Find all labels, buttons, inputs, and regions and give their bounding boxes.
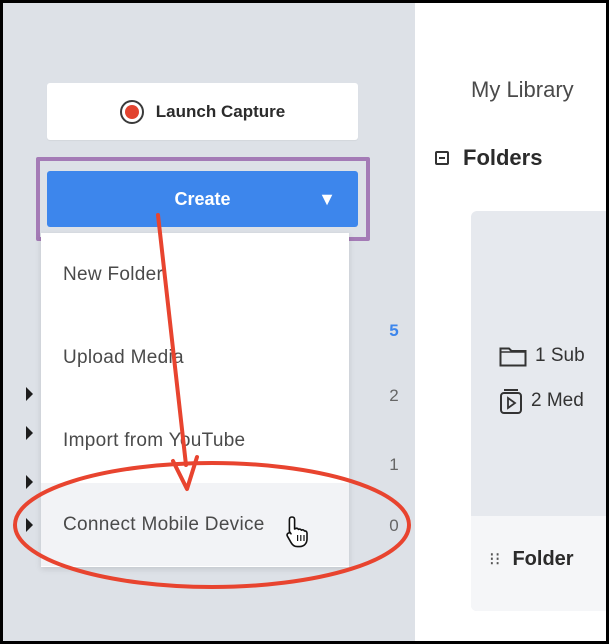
sidebar: Launch Capture Create ▼ 5 2 1 0 New Fold… xyxy=(3,3,415,641)
expand-arrow-icon[interactable] xyxy=(26,426,33,440)
expand-arrow-icon[interactable] xyxy=(26,475,33,489)
menu-item-label: Connect Mobile Device xyxy=(63,513,265,535)
folder-icon xyxy=(499,347,527,367)
folders-title: Folders xyxy=(463,145,543,170)
folder-count: 1 xyxy=(389,455,399,474)
create-button[interactable]: Create ▼ xyxy=(47,171,358,227)
folder-count: 0 xyxy=(389,516,399,535)
menu-item-label: Import from YouTube xyxy=(63,429,246,451)
expand-arrow-icon[interactable] xyxy=(26,387,33,401)
menu-item-new-folder[interactable]: New Folder xyxy=(41,233,349,316)
record-icon xyxy=(119,99,144,124)
menu-item-import-youtube[interactable]: Import from YouTube xyxy=(41,399,349,482)
caret-down-icon: ▼ xyxy=(318,189,336,209)
folder-card[interactable]: 1 Sub 2 Med ⁝⁝ Folder xyxy=(471,211,606,611)
media-icon xyxy=(500,389,522,414)
subfolder-count: 1 Sub xyxy=(535,345,585,366)
folder-name: Folder xyxy=(512,548,574,570)
launch-capture-button[interactable]: Launch Capture xyxy=(47,83,358,140)
subfolder-count-row: 1 Sub xyxy=(499,345,585,367)
hand-cursor-icon xyxy=(286,516,308,548)
media-count-row: 2 Med xyxy=(499,387,584,415)
folders-header: Folders xyxy=(435,145,542,171)
drag-handle-icon[interactable]: ⁝⁝ xyxy=(489,549,500,570)
folder-count: 5 xyxy=(389,321,399,340)
menu-item-label: Upload Media xyxy=(63,346,184,368)
create-label: Create xyxy=(174,188,231,209)
menu-item-upload-media[interactable]: Upload Media xyxy=(41,316,349,399)
launch-capture-label: Launch Capture xyxy=(155,101,286,121)
media-count: 2 Med xyxy=(531,390,584,411)
card-footer: ⁝⁝ Folder xyxy=(471,516,606,611)
app-window: Launch Capture Create ▼ 5 2 1 0 New Fold… xyxy=(0,0,609,644)
breadcrumb[interactable]: My Library xyxy=(471,77,574,103)
expand-arrow-icon[interactable] xyxy=(26,518,33,532)
folder-count: 2 xyxy=(389,386,399,405)
menu-item-label: New Folder xyxy=(63,263,164,285)
main-content: My Library Folders 1 Sub 2 Med ⁝⁝ Folder xyxy=(415,3,606,641)
collapse-icon[interactable] xyxy=(435,151,449,165)
